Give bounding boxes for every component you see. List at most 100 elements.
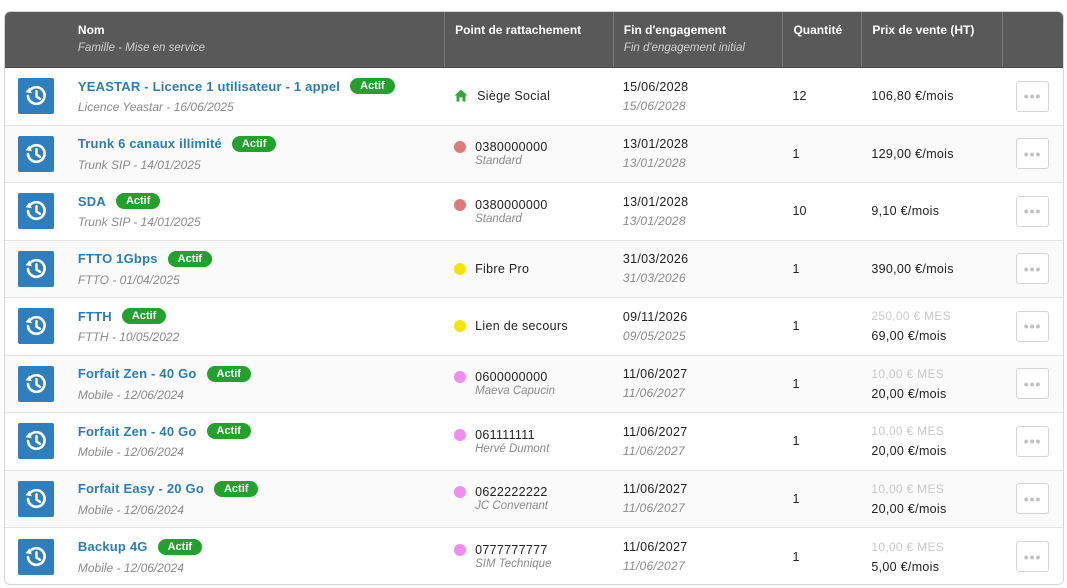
attachment-color-dot — [454, 141, 467, 154]
home-icon — [454, 89, 468, 102]
quantity-value: 1 — [792, 491, 800, 506]
history-icon — [26, 316, 47, 336]
service-name-link[interactable]: YEASTAR - Licence 1 utilisateur - 1 appe… — [78, 79, 340, 94]
attachment-point: 0380000000 — [475, 140, 548, 155]
more-actions-button[interactable]: ••• — [1016, 310, 1050, 342]
quantity-cell: 10 — [783, 183, 862, 240]
history-button[interactable] — [18, 308, 55, 345]
initial-commitment-date: 09/05/2025 — [622, 328, 686, 343]
initial-commitment-date: 11/06/2027 — [622, 501, 685, 516]
history-icon — [26, 201, 47, 221]
table-row: SDA Actif Trunk SIP - 14/01/2025 0380000… — [5, 183, 1063, 241]
quantity-cell: 1 — [783, 241, 862, 298]
attachment-cell: Fibre Pro — [444, 241, 613, 298]
service-name-link[interactable]: Forfait Zen - 40 Go — [78, 366, 197, 381]
history-cell — [5, 471, 68, 528]
service-family-date: Licence Yeastar - 16/06/2025 — [77, 100, 234, 115]
quantity-value: 1 — [792, 434, 800, 449]
service-family-date: Mobile - 12/06/2024 — [77, 502, 184, 517]
attachment-sub: Standard — [475, 155, 522, 168]
price-cell: 10,00 € MES 5,00 €/mois — [861, 528, 1002, 584]
monthly-price: 9,10 €/mois — [871, 204, 940, 219]
header-point-rattachement[interactable]: Point de rattachement — [444, 12, 613, 67]
history-button[interactable] — [18, 135, 55, 172]
setup-fee: 250,00 € MES — [871, 309, 952, 324]
header-quantite[interactable]: Quantité — [782, 12, 861, 67]
history-cell — [5, 528, 68, 584]
more-actions-button[interactable]: ••• — [1016, 195, 1050, 227]
actions-cell: ••• — [1002, 356, 1063, 413]
attachment-color-dot — [454, 320, 467, 333]
header-fin-engagement[interactable]: Fin d'engagement Fin d'engagement initia… — [612, 12, 783, 67]
more-actions-button[interactable]: ••• — [1016, 483, 1050, 515]
name-cell: SDA Actif Trunk SIP - 14/01/2025 — [68, 183, 444, 240]
header-history-column — [5, 12, 68, 67]
status-badge: Actif — [231, 135, 277, 152]
commitment-cell: 11/06/2027 11/06/2027 — [613, 471, 783, 528]
attachment-cell: Siège Social — [444, 68, 613, 125]
price-cell: 10,00 € MES 20,00 €/mois — [861, 413, 1002, 470]
more-actions-button[interactable]: ••• — [1016, 368, 1050, 400]
price-cell: 390,00 €/mois — [861, 241, 1002, 298]
table-row: Forfait Easy - 20 Go Actif Mobile - 12/0… — [5, 470, 1063, 528]
quantity-cell: 12 — [783, 68, 862, 125]
attachment-sub: JC Convenant — [475, 500, 548, 513]
service-name-link[interactable]: SDA — [78, 194, 106, 209]
table-row: Forfait Zen - 40 Go Actif Mobile - 12/06… — [5, 355, 1063, 413]
setup-fee: 10,00 € MES — [871, 481, 945, 496]
actions-cell: ••• — [1002, 528, 1063, 584]
table-row: FTTO 1Gbps Actif FTTO - 01/04/2025 Fibre… — [5, 240, 1063, 298]
history-button[interactable] — [18, 480, 55, 517]
header-fin-sub: Fin d'engagement initial — [623, 42, 745, 54]
history-button[interactable] — [18, 538, 55, 575]
attachment-color-dot — [454, 371, 467, 384]
commitment-cell: 13/01/2028 13/01/2028 — [613, 183, 783, 240]
more-actions-button[interactable]: ••• — [1016, 541, 1050, 573]
attachment-point: Lien de secours — [475, 319, 568, 334]
attachment-point: Siège Social — [477, 89, 551, 104]
header-prix[interactable]: Prix de vente (HT) — [861, 12, 1002, 67]
ellipsis-icon: ••• — [1023, 548, 1042, 565]
service-name-link[interactable]: FTTH — [78, 309, 112, 324]
attachment-sub: Standard — [475, 212, 522, 225]
actions-cell: ••• — [1002, 298, 1063, 355]
setup-fee: 10,00 € MES — [871, 424, 945, 439]
more-actions-button[interactable]: ••• — [1016, 253, 1050, 285]
table-row: Forfait Zen - 40 Go Actif Mobile - 12/06… — [5, 413, 1063, 471]
service-name-link[interactable]: Forfait Easy - 20 Go — [78, 481, 204, 496]
name-cell: Backup 4G Actif Mobile - 12/06/2024 — [68, 528, 444, 584]
price-cell: 129,00 €/mois — [861, 126, 1002, 183]
more-actions-button[interactable]: ••• — [1016, 425, 1050, 457]
history-cell — [5, 183, 68, 240]
service-name-link[interactable]: Backup 4G — [78, 539, 148, 554]
more-actions-button[interactable]: ••• — [1016, 138, 1050, 170]
more-actions-button[interactable]: ••• — [1016, 80, 1050, 112]
attachment-cell: 0380000000 Standard — [444, 183, 613, 240]
service-name-link[interactable]: Trunk 6 canaux illimité — [78, 136, 222, 151]
attachment-cell: 0622222222 JC Convenant — [444, 471, 613, 528]
ellipsis-icon: ••• — [1023, 318, 1042, 335]
header-nom[interactable]: Nom Famille - Mise en service — [68, 12, 444, 67]
header-nom-sub: Famille - Mise en service — [77, 42, 206, 54]
table-row: FTTH Actif FTTH - 10/05/2022 Lien de sec… — [5, 298, 1063, 356]
initial-commitment-date: 11/06/2027 — [622, 386, 685, 401]
history-button[interactable] — [18, 193, 55, 230]
history-cell — [5, 298, 68, 355]
attachment-cell: 0600000000 Maeva Capucin — [444, 356, 613, 413]
history-button[interactable] — [18, 250, 55, 287]
quantity-value: 10 — [792, 204, 807, 219]
history-button[interactable] — [18, 365, 55, 402]
attachment-color-dot — [454, 428, 467, 441]
history-button[interactable] — [18, 78, 55, 115]
history-button[interactable] — [18, 423, 55, 460]
table-header: Nom Famille - Mise en service Point de r… — [5, 12, 1063, 68]
name-cell: FTTO 1Gbps Actif FTTO - 01/04/2025 — [68, 241, 444, 298]
commitment-end-date: 11/06/2027 — [622, 424, 688, 439]
attachment-cell: 061111111 Hervé Dumont — [444, 413, 613, 470]
name-cell: YEASTAR - Licence 1 utilisateur - 1 appe… — [68, 68, 444, 125]
ellipsis-icon: ••• — [1023, 260, 1042, 277]
service-name-link[interactable]: FTTO 1Gbps — [78, 251, 158, 266]
history-icon — [26, 86, 47, 106]
monthly-price: 106,80 €/mois — [871, 89, 954, 104]
service-name-link[interactable]: Forfait Zen - 40 Go — [78, 424, 197, 439]
